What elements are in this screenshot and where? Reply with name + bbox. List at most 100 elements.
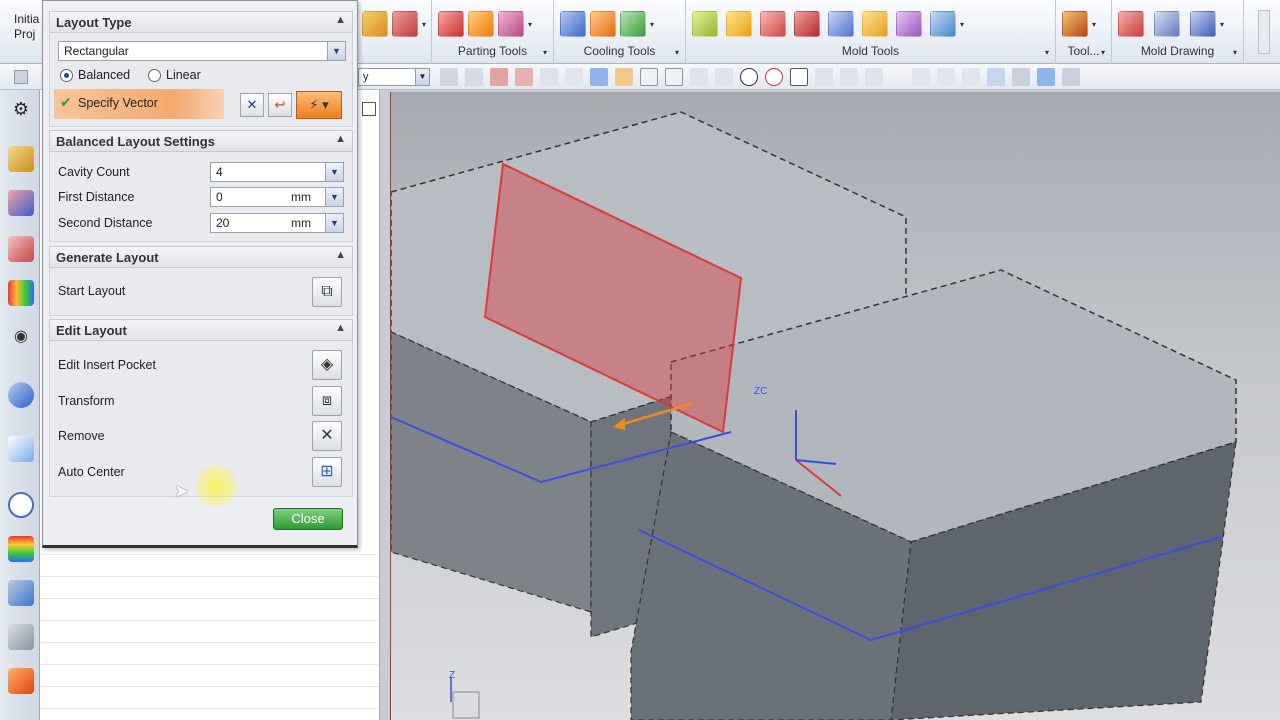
mold-tool-icon[interactable]: ▾ <box>930 11 964 37</box>
chevron-down-icon[interactable]: ▾ <box>675 48 679 57</box>
line-icon[interactable] <box>640 68 658 86</box>
spin-down-icon[interactable]: ▼ <box>325 214 343 232</box>
parting-patch-icon[interactable] <box>468 11 494 37</box>
generate-layout-header[interactable]: Generate Layout ▲ <box>49 246 353 268</box>
chevron-down-icon[interactable]: ▾ <box>1233 48 1237 57</box>
remove-button[interactable]: ✕ <box>312 421 342 451</box>
solid-body-icon[interactable] <box>590 68 608 86</box>
gear-icon[interactable]: ⚙ <box>8 96 34 122</box>
trim-solid-icon[interactable] <box>794 11 820 37</box>
mold-flow-icon[interactable] <box>8 668 34 694</box>
chevron-down-icon[interactable]: ▼ <box>325 163 343 181</box>
center-point-icon[interactable] <box>740 68 758 86</box>
snap-point-icon[interactable] <box>465 68 483 86</box>
diagonal-line-icon[interactable] <box>665 68 683 86</box>
palette-icon[interactable] <box>8 436 34 462</box>
box-select-icon[interactable] <box>540 68 558 86</box>
quadrant-point-icon[interactable] <box>765 68 783 86</box>
cooling-channel-icon[interactable] <box>560 11 586 37</box>
rotate-icon[interactable] <box>962 68 980 86</box>
navigator-close-icon[interactable] <box>362 102 376 116</box>
pen-icon[interactable] <box>815 68 833 86</box>
chevron-up-icon[interactable]: ▲ <box>335 133 346 145</box>
chevron-down-icon[interactable]: ▼ <box>415 69 429 85</box>
web-browser-icon[interactable] <box>8 382 34 408</box>
inferred-vector-icon[interactable]: ⚡ ▾ <box>296 91 342 119</box>
close-button[interactable]: Close <box>273 508 343 530</box>
fit-view-icon[interactable] <box>912 68 930 86</box>
zoom-icon[interactable] <box>937 68 955 86</box>
replace-solid-icon[interactable] <box>828 11 854 37</box>
reference-blend-icon[interactable] <box>896 11 922 37</box>
assembly-icon[interactable] <box>615 68 633 86</box>
layout-type-header[interactable]: Layout Type ▲ <box>49 11 353 33</box>
transform-button[interactable]: ⧈ <box>312 386 342 416</box>
chevron-up-icon[interactable]: ▲ <box>335 249 346 261</box>
chevron-down-icon[interactable]: ▾ <box>543 48 547 57</box>
mold-base-icon[interactable]: ▾ <box>1062 11 1096 37</box>
mold-model-render[interactable] <box>391 92 1280 720</box>
edit-layout-header[interactable]: Edit Layout ▲ <box>49 319 353 341</box>
constraint-navigator-icon[interactable] <box>8 236 34 262</box>
part-navigator-icon[interactable] <box>8 280 34 306</box>
reverse-direction-icon[interactable]: ↩ <box>268 93 292 117</box>
ribbon-scrollbar[interactable] <box>1258 10 1270 54</box>
cavity-count-select[interactable]: 4 ▼ <box>210 162 344 182</box>
menu-icon[interactable] <box>14 70 28 84</box>
start-layout-button[interactable]: ⧉ <box>312 277 342 307</box>
chevron-up-icon[interactable]: ▲ <box>335 322 346 334</box>
orient-view-icon[interactable] <box>987 68 1005 86</box>
specify-vector-row[interactable]: ✔ Specify Vector <box>54 89 224 119</box>
view-cube-icon[interactable] <box>565 68 583 86</box>
visibility-icon[interactable] <box>1062 68 1080 86</box>
vector-dialog-icon[interactable]: ✕ <box>240 93 264 117</box>
parting-surface-icon[interactable] <box>438 11 464 37</box>
auto-center-button[interactable]: ⊞ <box>312 457 342 487</box>
ribbon-label-initial[interactable]: Initia <box>14 12 39 26</box>
history-clock-icon[interactable] <box>8 492 34 518</box>
layout-type-select[interactable]: Rectangular ▼ <box>58 41 346 61</box>
type-filter-select[interactable]: y ▼ <box>358 68 430 86</box>
first-distance-input[interactable]: 0 mm ▼ <box>210 187 344 207</box>
download-tool-icon[interactable]: ▾ <box>392 11 426 37</box>
edit-insert-pocket-button[interactable]: ◈ <box>312 350 342 380</box>
intersection-icon[interactable] <box>715 68 733 86</box>
linear-radio[interactable] <box>148 69 161 82</box>
parting-region-icon[interactable]: ▾ <box>498 11 532 37</box>
chevron-down-icon[interactable]: ▼ <box>327 42 345 60</box>
hole-table-icon[interactable]: ▾ <box>1190 11 1224 37</box>
extend-solid-icon[interactable] <box>862 11 888 37</box>
cooling-fitting-icon[interactable] <box>590 11 616 37</box>
roles-icon[interactable] <box>8 624 34 650</box>
shaded-cube-icon[interactable] <box>1037 68 1055 86</box>
component-drawing-icon[interactable] <box>1154 11 1180 37</box>
cooling-standard-icon[interactable]: ▾ <box>620 11 654 37</box>
create-box-icon[interactable] <box>726 11 752 37</box>
analysis-icon[interactable] <box>8 536 34 562</box>
select-filter-icon[interactable] <box>440 68 458 86</box>
chevron-down-icon[interactable]: ▾ <box>1101 48 1105 57</box>
assembly-navigator-icon[interactable] <box>8 190 34 216</box>
curve-icon[interactable] <box>690 68 708 86</box>
ribbon-label-project[interactable]: Proj <box>14 27 35 41</box>
chevron-up-icon[interactable]: ▲ <box>335 14 346 26</box>
spin-down-icon[interactable]: ▼ <box>325 188 343 206</box>
grid-icon[interactable] <box>865 68 883 86</box>
plus-point-icon[interactable] <box>790 68 808 86</box>
second-distance-input[interactable]: 20 mm ▼ <box>210 213 344 233</box>
mold-wizard-icon[interactable] <box>8 146 34 172</box>
assembly-drawing-icon[interactable] <box>1118 11 1144 37</box>
process-icon[interactable] <box>8 580 34 606</box>
split-solid-icon[interactable] <box>760 11 786 37</box>
render-style-icon[interactable] <box>1012 68 1030 86</box>
select-region-icon[interactable] <box>490 68 508 86</box>
grid-tool-icon[interactable] <box>362 11 388 37</box>
chevron-down-icon[interactable]: ▾ <box>1045 48 1049 57</box>
check-region-icon[interactable] <box>692 11 718 37</box>
balanced-radio[interactable] <box>60 69 73 82</box>
eye-icon[interactable]: ◉ <box>8 324 34 350</box>
graphics-viewport[interactable]: ZC Z <box>390 92 1280 720</box>
balanced-settings-header[interactable]: Balanced Layout Settings ▲ <box>49 130 353 152</box>
move-handle-icon[interactable] <box>515 68 533 86</box>
snap-icon[interactable] <box>840 68 858 86</box>
